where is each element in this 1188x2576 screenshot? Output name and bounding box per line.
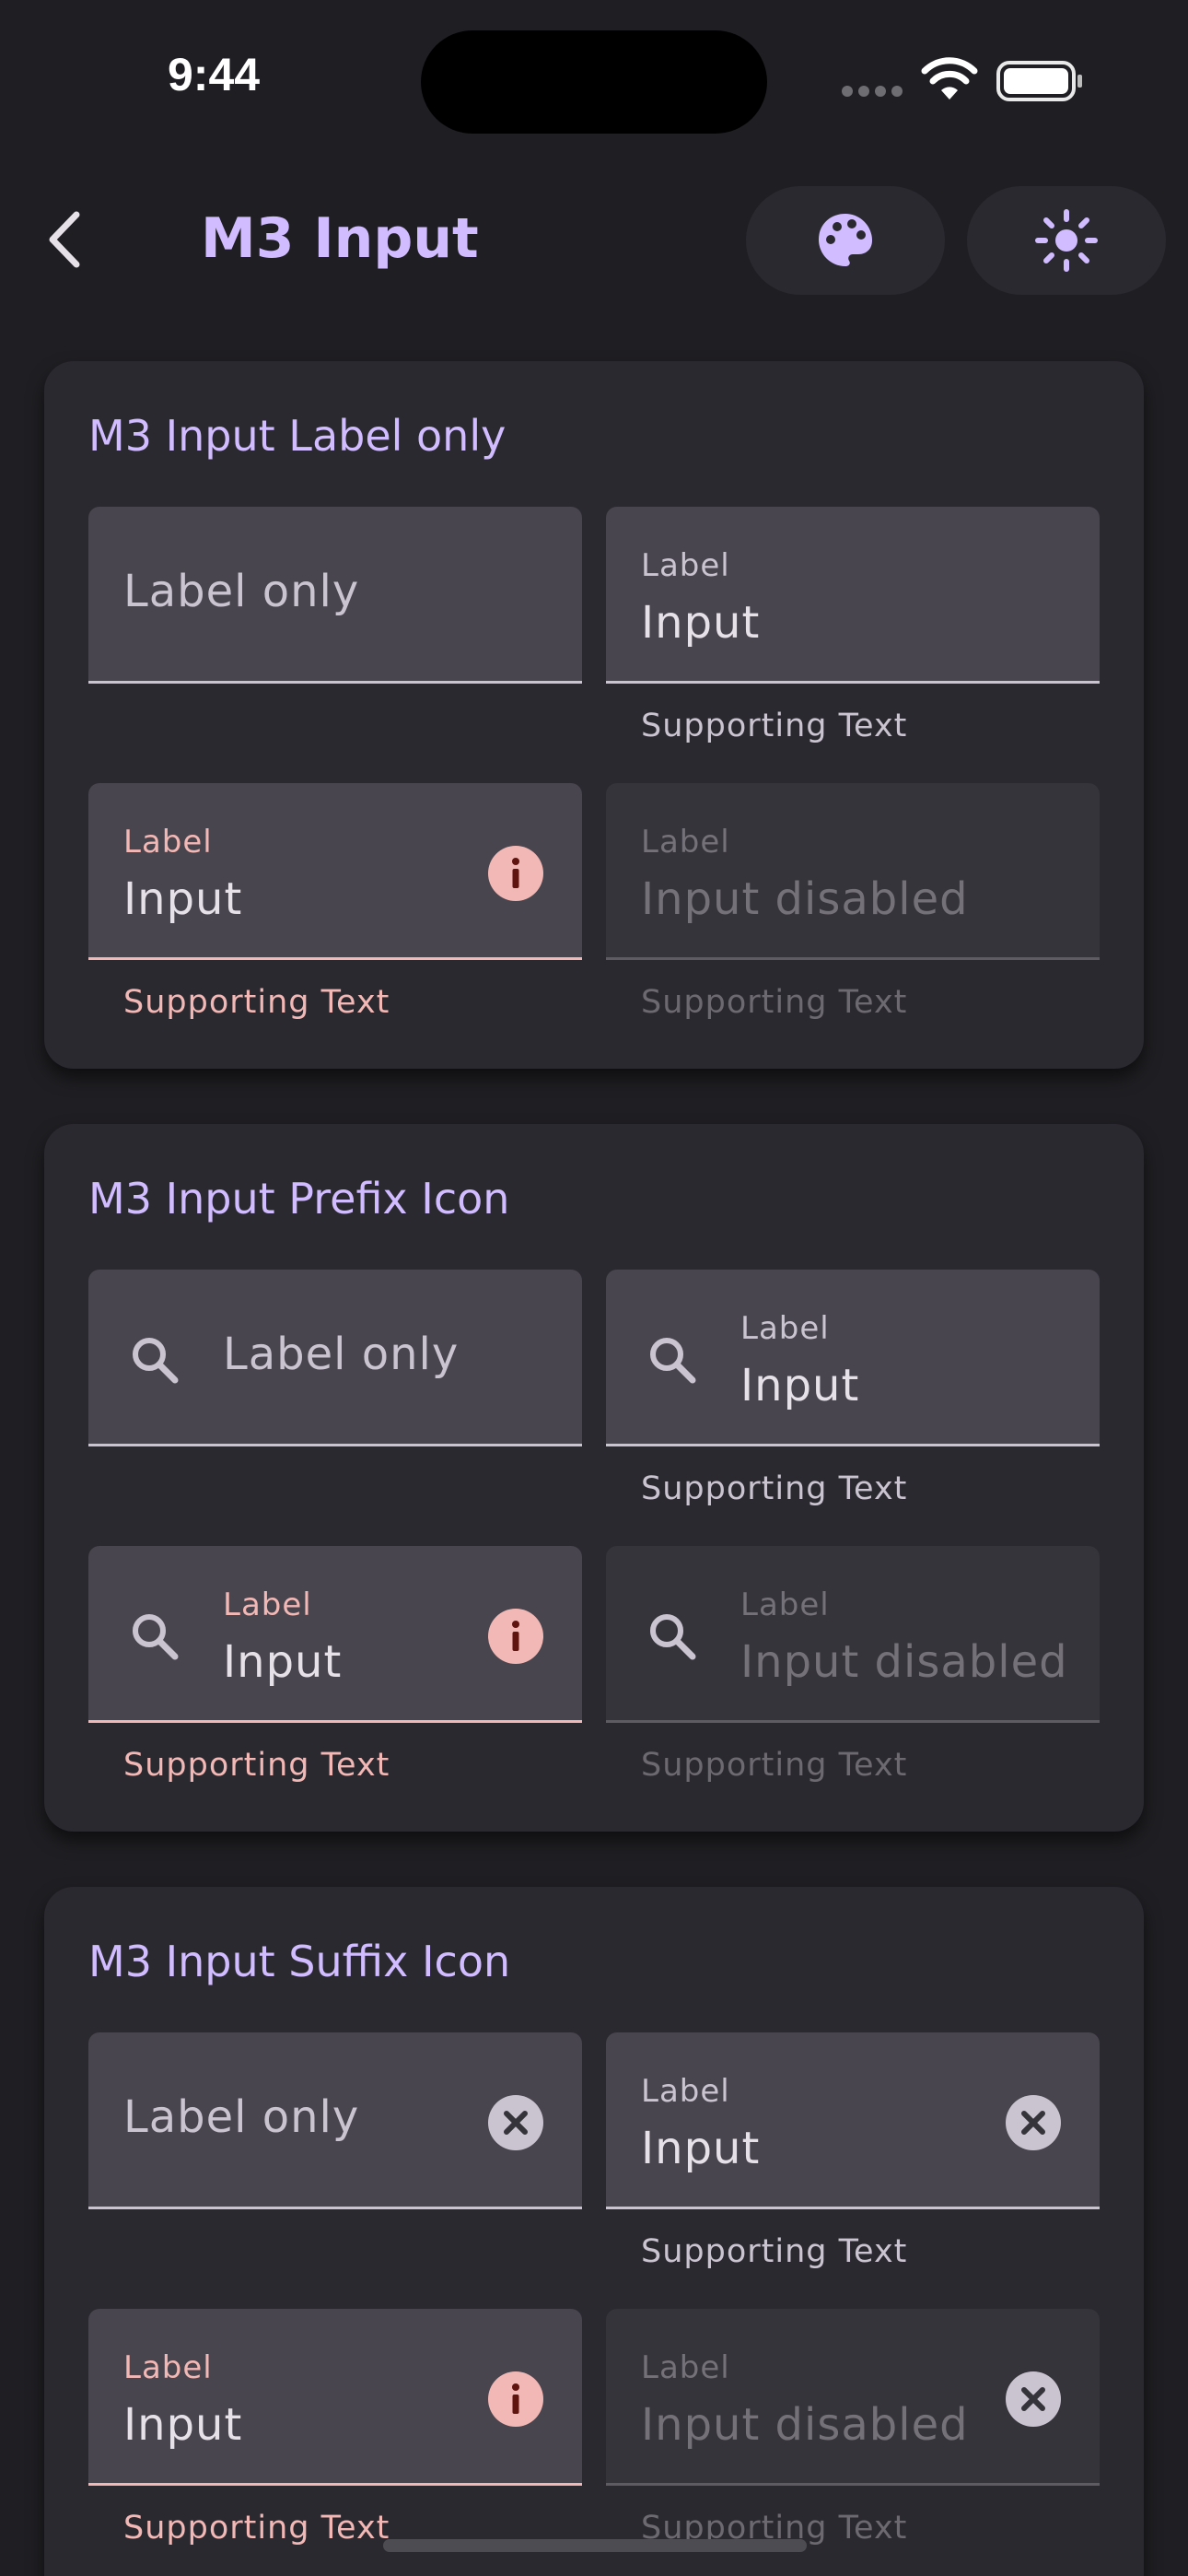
info-icon: [488, 1609, 543, 1664]
chevron-left-icon: [49, 211, 80, 268]
supporting-text: Supporting Text: [641, 1470, 908, 1507]
field-value: Input disabled: [641, 873, 969, 925]
field-label: Label: [123, 2349, 213, 2386]
text-field-label-only[interactable]: Label only: [88, 1270, 582, 1446]
supporting-text-disabled: Supporting Text: [641, 1747, 908, 1784]
card-prefix-icon: M3 Input Prefix Icon Label only Label In…: [44, 1124, 1144, 1832]
field-value: Input: [123, 2399, 243, 2451]
text-field-disabled: Label Input disabled: [606, 1546, 1100, 1723]
search-icon: [125, 1607, 184, 1666]
field-label: Label: [641, 2349, 730, 2386]
card-title: M3 Input Prefix Icon: [88, 1174, 510, 1224]
field-label: Label: [641, 2073, 730, 2110]
field-label: Label only: [223, 1329, 460, 1380]
info-icon: [488, 846, 543, 901]
field-label: Label: [641, 547, 730, 584]
card-title: M3 Input Label only: [88, 411, 507, 461]
field-value: Input disabled: [641, 2399, 969, 2451]
search-icon: [125, 1330, 184, 1389]
battery-icon: [996, 61, 1082, 101]
sun-icon: [1035, 209, 1098, 272]
info-icon: [488, 2371, 543, 2427]
app-bar: M3 Input: [0, 175, 1188, 304]
text-field-label-only[interactable]: Label only: [88, 2032, 582, 2209]
search-icon: [643, 1607, 702, 1666]
field-label: Label only: [123, 566, 360, 617]
card-title: M3 Input Suffix Icon: [88, 1937, 511, 1986]
field-label: Label: [641, 824, 730, 861]
field-value: Input disabled: [740, 1636, 1068, 1688]
supporting-text-error: Supporting Text: [123, 1747, 390, 1784]
cellular-signal-icon: [842, 86, 903, 97]
text-field-filled[interactable]: Label Input: [606, 2032, 1100, 2209]
supporting-text: Supporting Text: [641, 2233, 908, 2270]
dynamic-island: [421, 30, 767, 134]
field-value: Input: [641, 597, 761, 649]
field-value: Input: [740, 1360, 860, 1411]
wifi-icon: [921, 57, 978, 100]
field-label: Label: [740, 1587, 830, 1623]
search-icon: [643, 1330, 702, 1389]
home-indicator: [383, 2539, 807, 2552]
text-field-error[interactable]: Label Input: [88, 1546, 582, 1723]
field-value: Input: [641, 2123, 761, 2174]
field-label: Label only: [123, 2091, 360, 2143]
card-suffix-icon: M3 Input Suffix Icon Label only Label In…: [44, 1887, 1144, 2576]
text-field-error[interactable]: Label Input: [88, 2309, 582, 2486]
supporting-text-disabled: Supporting Text: [641, 984, 908, 1021]
field-value: Input: [223, 1636, 343, 1688]
supporting-text: Supporting Text: [641, 708, 908, 744]
supporting-text-error: Supporting Text: [123, 984, 390, 1021]
supporting-text-error: Supporting Text: [123, 2510, 390, 2547]
text-field-error[interactable]: Label Input: [88, 783, 582, 960]
card-label-only: M3 Input Label only Label only Label Inp…: [44, 361, 1144, 1069]
text-field-disabled: Label Input disabled: [606, 783, 1100, 960]
field-label: Label: [223, 1587, 312, 1623]
clear-icon[interactable]: [1004, 2093, 1063, 2152]
text-field-filled[interactable]: Label Input: [606, 507, 1100, 684]
palette-button[interactable]: [746, 186, 945, 295]
clear-icon: [1004, 2370, 1063, 2429]
text-field-label-only[interactable]: Label only: [88, 507, 582, 684]
field-label: Label: [740, 1310, 830, 1347]
field-label: Label: [123, 824, 213, 861]
status-time: 9:44: [168, 49, 261, 100]
field-value: Input: [123, 873, 243, 925]
theme-toggle-button[interactable]: [967, 186, 1166, 295]
clear-icon[interactable]: [486, 2093, 545, 2152]
page-title: M3 Input: [201, 206, 479, 271]
text-field-filled[interactable]: Label Input: [606, 1270, 1100, 1446]
status-bar: 9:44: [0, 0, 1188, 157]
back-button[interactable]: [28, 203, 101, 276]
text-field-disabled: Label Input disabled: [606, 2309, 1100, 2486]
palette-icon: [819, 214, 872, 266]
